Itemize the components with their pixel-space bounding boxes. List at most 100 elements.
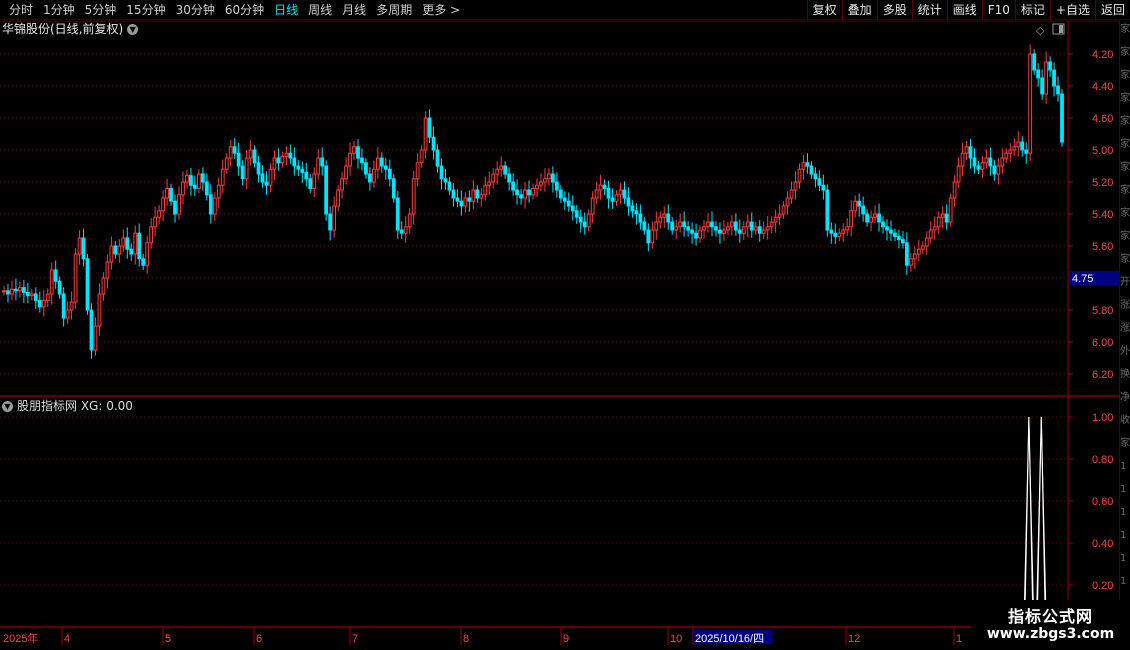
candle-body — [256, 162, 261, 175]
candle-body — [383, 165, 388, 170]
candle-body — [1044, 61, 1048, 95]
candle-body — [570, 205, 575, 212]
candle-body — [1036, 69, 1041, 79]
candle-body — [885, 226, 889, 231]
candle-body — [622, 189, 627, 199]
candle-body — [29, 293, 34, 297]
candle-body — [467, 197, 472, 202]
xg-indicator-line — [4, 416, 1062, 628]
candle-body — [733, 221, 738, 231]
candle-body — [674, 226, 679, 231]
candle-body — [53, 269, 58, 282]
candle-body — [916, 248, 921, 255]
candle-body — [861, 205, 866, 215]
candle-body — [873, 213, 877, 218]
candle-body — [968, 146, 973, 159]
candle-body — [368, 173, 372, 183]
candle-body — [153, 216, 158, 228]
candle-body — [312, 173, 317, 189]
candle-body — [260, 173, 265, 183]
candle-body — [232, 146, 237, 154]
watermark-title: 指标公式网 — [1007, 607, 1093, 626]
bottom-strip — [0, 645, 970, 650]
candle-body — [499, 165, 504, 170]
candle-body — [566, 200, 571, 207]
candle-body — [658, 216, 663, 223]
candle-body — [893, 232, 897, 237]
strip-glyph: 1 — [1120, 484, 1127, 495]
candle-body — [300, 168, 305, 173]
candle-body — [479, 194, 484, 199]
candle-body — [948, 197, 953, 223]
candle-body — [276, 157, 281, 164]
candle-body — [761, 229, 766, 234]
candle-body — [244, 157, 249, 180]
candle-body — [618, 189, 623, 196]
candle-body — [666, 213, 671, 223]
indicator-tick-label: 0.20 — [1092, 580, 1113, 592]
candle-body — [543, 178, 547, 183]
candle-body — [372, 168, 376, 183]
strip-glyph: 家 — [1120, 47, 1130, 58]
candle-body — [753, 226, 758, 231]
candle-body — [594, 189, 599, 199]
candle-body — [161, 197, 165, 212]
candle-body — [391, 178, 396, 199]
candle-body — [972, 157, 977, 167]
candle-body — [503, 165, 508, 175]
candle-body — [960, 152, 965, 167]
candle-body — [228, 146, 233, 159]
candle-body — [980, 162, 985, 170]
time-tick-label: 9 — [563, 633, 569, 645]
time-tick-label: 5 — [165, 633, 171, 645]
candle-body — [69, 301, 74, 311]
candle-body — [360, 157, 364, 164]
price-tick-label: 4.40 — [1092, 81, 1113, 93]
candle-body — [364, 162, 368, 175]
time-tick-label: 4 — [64, 633, 70, 645]
candle-body — [726, 226, 730, 231]
panel-toggle-icon-fill — [1059, 25, 1063, 33]
candle-body — [81, 237, 86, 260]
time-tick-label: 6 — [256, 633, 262, 645]
candle-body — [224, 157, 229, 170]
candle-body — [475, 189, 480, 199]
price-tick-label: 4.60 — [1092, 113, 1113, 125]
candle-body — [121, 237, 126, 247]
candle-body — [185, 175, 189, 183]
strip-glyph: 家 — [1120, 208, 1130, 219]
strip-glyph: 涨 — [1120, 300, 1130, 311]
strip-glyph: 1 — [1120, 507, 1127, 518]
candle-body — [97, 293, 102, 327]
candle-body — [316, 157, 321, 175]
candle-body — [574, 210, 579, 218]
candle-body — [773, 216, 778, 223]
chart-canvas[interactable]: 6.20 6.00 5.80 5.60 5.40 5.20 5.00 4.60 4.40 4.20… — [0, 0, 1130, 650]
candle-body — [897, 235, 901, 241]
candle-body — [236, 152, 241, 167]
candle-body — [340, 178, 344, 191]
indicator-series — [4, 416, 1062, 628]
candle-body — [535, 184, 539, 189]
candle-body — [710, 221, 714, 228]
candle-body — [169, 187, 173, 202]
candle-body — [956, 165, 961, 183]
candle-body — [837, 232, 842, 237]
candle-body — [336, 189, 340, 207]
candle-body — [690, 229, 694, 234]
candle-body — [375, 157, 380, 170]
strip-glyph: 换 — [1120, 369, 1130, 380]
candle-body — [320, 157, 325, 167]
candle-body — [610, 197, 615, 202]
cursor-price-label: 4.75 — [1072, 273, 1093, 285]
candle-body — [177, 194, 181, 215]
candle-body — [284, 152, 289, 157]
strip-glyph: 1 — [1120, 461, 1127, 472]
candle-body — [459, 200, 464, 207]
candle-body — [495, 168, 500, 175]
candle-body — [1012, 146, 1017, 151]
diamond-icon[interactable]: ◇ — [1036, 24, 1045, 37]
candle-body — [109, 245, 114, 263]
indicator-tick-label: 0.40 — [1092, 538, 1113, 550]
candle-body — [447, 181, 452, 191]
